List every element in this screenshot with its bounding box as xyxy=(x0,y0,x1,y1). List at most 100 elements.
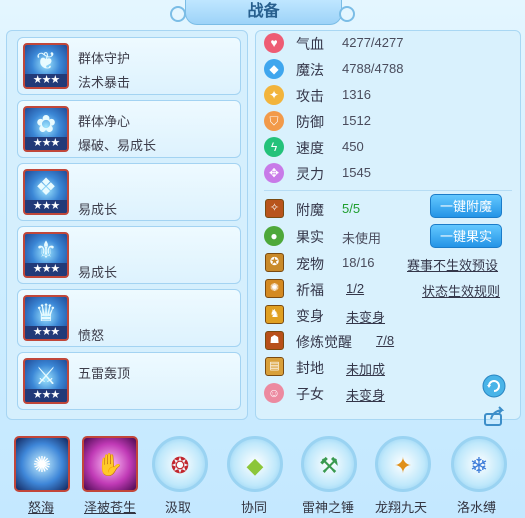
ocean-vortex-icon[interactable]: ✺ xyxy=(14,436,70,492)
stat-speed: ϟ 速度 450 xyxy=(260,135,516,159)
water-bind-icon[interactable]: ❄ xyxy=(451,436,507,492)
page-title: 战备 xyxy=(185,0,342,25)
stat-value: 450 xyxy=(342,139,364,154)
dragon-crest-icon: ⚜ ★★★ xyxy=(23,232,69,278)
stat-value: 1512 xyxy=(342,113,371,128)
stats-panel: ♥ 气血 4277/4277 ◆ 魔法 4788/4788 ✦ 攻击 1316 … xyxy=(255,30,521,420)
awaken-icon: ☗ xyxy=(265,331,284,350)
title-ornament-right-icon xyxy=(339,6,355,22)
equipment-effect: 愤怒 xyxy=(78,328,105,343)
bless-icon: ✺ xyxy=(265,279,284,298)
prop-value: 18/16 xyxy=(342,255,375,270)
status-rules-link[interactable]: 状态生效规则 xyxy=(422,281,500,300)
equipment-slot-5[interactable]: ♛ ★★★ 愤怒 xyxy=(17,289,241,347)
equipment-panel: ❦ ★★★ 群体守护 法术暴击 ✿ ★★★ 群体净心 爆破、易成长 ❖ ★★★ 易成长… xyxy=(6,30,248,420)
equipment-effect: 群体净心 xyxy=(78,114,131,129)
equipment-effect: 五雷轰顶 xyxy=(78,366,131,381)
flower-crest-icon: ✿ ★★★ xyxy=(23,106,69,152)
territory-icon: ▤ xyxy=(265,357,284,376)
enchant-icon: ✧ xyxy=(265,199,284,218)
skill-name-jiqu: 汲取 xyxy=(165,500,192,515)
transform-value-link[interactable]: 未变身 xyxy=(346,307,385,326)
refresh-icon[interactable] xyxy=(482,374,506,398)
absorb-orb-icon[interactable]: ❂ xyxy=(152,436,208,492)
star-rating: ★★★ xyxy=(25,326,67,339)
one-click-fruit-button[interactable]: 一键果实 xyxy=(430,224,502,248)
stat-label: 防御 xyxy=(296,114,324,130)
prop-label: 果实 xyxy=(296,229,324,245)
stat-hp: ♥ 气血 4277/4277 xyxy=(260,31,516,55)
stat-mp: ◆ 魔法 4788/4788 xyxy=(260,57,516,81)
one-click-enchant-button[interactable]: 一键附魔 xyxy=(430,194,502,218)
equipment-slot-4[interactable]: ⚜ ★★★ 易成长 xyxy=(17,226,241,284)
vine-crest-icon: ❦ ★★★ xyxy=(23,43,69,89)
heart-icon: ♥ xyxy=(264,33,284,53)
blessing-hand-icon[interactable]: ✋ xyxy=(82,436,138,492)
prop-label: 附魔 xyxy=(296,202,324,218)
equipment-effect: 法术暴击 xyxy=(78,75,131,90)
bless-value-link[interactable]: 1/2 xyxy=(346,281,364,296)
equipment-slot-6[interactable]: ⚔ ★★★ 五雷轰顶 xyxy=(17,352,241,410)
stat-value: 1545 xyxy=(342,165,371,180)
stat-spirit: ✥ 灵力 1545 xyxy=(260,161,516,185)
stat-label: 魔法 xyxy=(296,62,324,78)
diamond-icon: ◆ xyxy=(264,59,284,79)
skill-name-luoshui: 洛水缚 xyxy=(457,500,497,515)
event-preset-link[interactable]: 赛事不生效预设 xyxy=(407,255,498,274)
star-rating: ★★★ xyxy=(25,74,67,87)
star-rating: ★★★ xyxy=(25,200,67,213)
skill-name-xietong: 协同 xyxy=(241,500,268,515)
title-text: 战备 xyxy=(247,3,280,20)
transform-icon: ♞ xyxy=(265,305,284,324)
prop-label: 祈福 xyxy=(296,282,324,298)
row-transform: ♞ 变身 未变身 xyxy=(260,303,516,327)
prop-value: 未使用 xyxy=(342,231,382,246)
title-ornament-left-icon xyxy=(170,6,186,22)
star-rating: ★★★ xyxy=(25,263,67,276)
equipment-slot-3[interactable]: ❖ ★★★ 易成长 xyxy=(17,163,241,221)
divider xyxy=(264,190,512,191)
prop-value: 5/5 xyxy=(342,201,361,216)
stat-label: 速度 xyxy=(296,140,324,156)
territory-value-link[interactable]: 未加成 xyxy=(346,359,385,378)
star-rating: ★★★ xyxy=(25,389,67,402)
stat-label: 攻击 xyxy=(296,88,324,104)
equipment-effect: 易成长 xyxy=(78,202,118,217)
stat-value: 4277/4277 xyxy=(342,35,404,50)
child-icon: ☺ xyxy=(264,383,284,403)
stat-label: 灵力 xyxy=(296,166,324,182)
skill-name-zebei[interactable]: 泽被苍生 xyxy=(84,497,136,516)
stat-attack: ✦ 攻击 1316 xyxy=(260,83,516,107)
awaken-value-link[interactable]: 7/8 xyxy=(376,333,394,348)
equipment-slot-2[interactable]: ✿ ★★★ 群体净心 爆破、易成长 xyxy=(17,100,241,158)
row-awaken: ☗ 修炼觉醒 7/8 xyxy=(260,329,516,353)
prop-label: 变身 xyxy=(296,308,324,324)
thunder-hammer-icon[interactable]: ⚒ xyxy=(301,436,357,492)
stat-value: 1316 xyxy=(342,87,371,102)
equipment-effect: 爆破、易成长 xyxy=(78,138,157,153)
thunder-crest-icon: ⚔ ★★★ xyxy=(23,358,69,404)
star-rating: ★★★ xyxy=(25,137,67,150)
prop-label: 子女 xyxy=(296,386,324,402)
child-value-link[interactable]: 未变身 xyxy=(346,385,385,404)
dragon-soar-icon[interactable]: ✦ xyxy=(375,436,431,492)
lightning-icon: ϟ xyxy=(264,137,284,157)
attack-icon: ✦ xyxy=(264,85,284,105)
skill-name-leishen: 雷神之锤 xyxy=(302,500,355,515)
crown-crest-icon: ♛ ★★★ xyxy=(23,295,69,341)
equipment-slot-1[interactable]: ❦ ★★★ 群体守护 法术暴击 xyxy=(17,37,241,95)
wing-crest-icon: ❖ ★★★ xyxy=(23,169,69,215)
skill-name-nuhai[interactable]: 怒海 xyxy=(28,497,54,516)
spirit-icon: ✥ xyxy=(264,163,284,183)
row-child: ☺ 子女 未变身 xyxy=(260,381,516,405)
share-icon[interactable] xyxy=(482,404,506,428)
prop-label: 修炼觉醒 xyxy=(296,334,352,350)
shield-icon: ⛉ xyxy=(264,111,284,131)
fruit-icon: ● xyxy=(264,226,284,246)
prop-label: 宠物 xyxy=(296,256,324,272)
prop-label: 封地 xyxy=(296,360,324,376)
synergy-crystal-icon[interactable]: ◆ xyxy=(227,436,283,492)
stat-value: 4788/4788 xyxy=(342,61,404,76)
row-territory: ▤ 封地 未加成 xyxy=(260,355,516,379)
equipment-effect: 易成长 xyxy=(78,265,118,280)
